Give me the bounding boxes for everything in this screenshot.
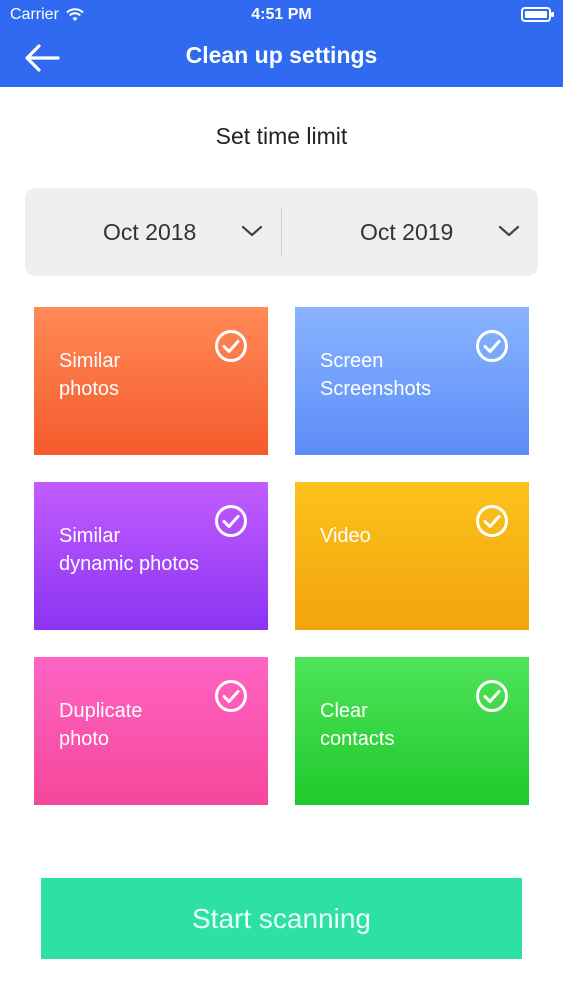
date-range-picker: Oct 2018 Oct 2019	[25, 188, 538, 276]
tile-label: Similar photos	[59, 350, 121, 400]
tile-label: Screen Screenshots	[320, 350, 432, 400]
tile-clear-contacts[interactable]: Clear contacts	[295, 657, 529, 805]
tile-label: Similar dynamic photos	[59, 525, 200, 575]
check-circle-icon[interactable]	[214, 679, 248, 713]
to-date-value: Oct 2019	[360, 219, 454, 245]
tile-similar-photos[interactable]: Similar photos	[34, 307, 268, 455]
battery-icon	[521, 7, 554, 22]
check-circle-icon[interactable]	[475, 679, 509, 713]
tile-label: Clear contacts	[320, 700, 395, 750]
tile-similar-dynamic-photos[interactable]: Similar dynamic photos	[34, 482, 268, 630]
page-title: Clean up settings	[185, 42, 378, 68]
tile-screenshots[interactable]: Screen Screenshots	[295, 307, 529, 455]
chevron-down-icon	[498, 225, 520, 237]
check-circle-icon[interactable]	[475, 329, 509, 363]
tile-video[interactable]: Video	[295, 482, 529, 630]
tile-label: Duplicate photo	[59, 700, 143, 750]
status-bar: Carrier 4:51 PM	[0, 0, 563, 30]
status-time: 4:51 PM	[251, 6, 312, 23]
start-scanning-button[interactable]: Start scanning	[41, 878, 522, 959]
tile-label: Video	[320, 525, 371, 547]
from-date-select[interactable]: Oct 2018	[25, 188, 281, 276]
check-circle-icon[interactable]	[475, 504, 509, 538]
check-circle-icon[interactable]	[214, 504, 248, 538]
nav-bar: Clean up settings	[0, 30, 563, 87]
check-circle-icon[interactable]	[214, 329, 248, 363]
to-date-select[interactable]: Oct 2019	[282, 188, 538, 276]
chevron-down-icon	[241, 225, 263, 237]
tile-duplicate-photo[interactable]: Duplicate photo	[34, 657, 268, 805]
header-bar: Carrier 4:51 PM Clean up settings	[0, 0, 563, 87]
time-limit-heading: Set time limit	[215, 123, 348, 149]
from-date-value: Oct 2018	[103, 219, 197, 245]
